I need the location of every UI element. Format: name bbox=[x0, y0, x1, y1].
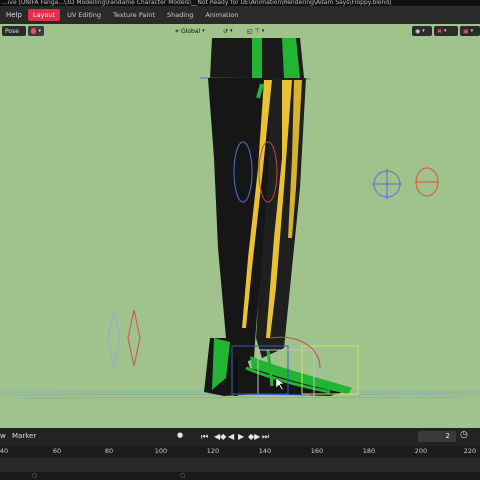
bone-icon bbox=[31, 28, 37, 34]
ruler-tick: 140 bbox=[258, 447, 272, 455]
mouse-icon: ○ bbox=[180, 472, 186, 479]
chevron-down-icon: ▾ bbox=[261, 28, 265, 34]
overlays-toggle[interactable]: ▣ ▾ bbox=[460, 26, 480, 36]
clock-icon[interactable]: ◷ bbox=[460, 430, 468, 440]
timeline-marker-menu[interactable]: Marker bbox=[12, 432, 36, 440]
mode-label: Pose bbox=[5, 27, 19, 35]
character-hips bbox=[199, 38, 311, 80]
ruler-tick: 180 bbox=[362, 447, 376, 455]
snapping-toggle[interactable]: ◱ ⊤ ▾ bbox=[244, 26, 272, 36]
play-reverse-icon[interactable]: ◀ bbox=[228, 432, 234, 441]
viewport-visibility-button[interactable]: ◉ ▾ bbox=[412, 26, 432, 36]
ruler-tick: 200 bbox=[414, 447, 428, 455]
viewport-header: Pose ▾ ⌖ Global ▾ ↺ ▾ ◱ ⊤ ▾ ◉ ▾ ✖ ▾ ▣ ▾ bbox=[0, 24, 480, 38]
chevron-down-icon: ▾ bbox=[470, 28, 474, 34]
chevron-down-icon: ▾ bbox=[422, 28, 425, 34]
chevron-down-icon: ▾ bbox=[38, 28, 41, 34]
play-icon[interactable]: ▶ bbox=[238, 432, 244, 441]
chevron-down-icon: ▾ bbox=[444, 28, 447, 34]
eye-icon: ◉ bbox=[415, 27, 421, 35]
ruler-tick: 80 bbox=[104, 447, 114, 455]
current-frame-field[interactable]: 2 bbox=[418, 431, 456, 442]
ruler-tick: 220 bbox=[463, 447, 477, 455]
tab-texture-paint[interactable]: Texture Paint bbox=[108, 9, 160, 21]
tab-layout[interactable]: Layout bbox=[27, 9, 61, 21]
ruler-tick: 40 bbox=[0, 447, 9, 455]
timeline-track-area[interactable] bbox=[0, 458, 480, 472]
pivot-point-dropdown[interactable]: ↺ ▾ bbox=[220, 26, 242, 36]
jump-prev-keyframe-icon[interactable]: ◀◆ bbox=[214, 432, 226, 441]
snap-target-icon: ⊤ bbox=[254, 27, 260, 35]
timeline-ruler[interactable]: 40 60 80 100 120 140 160 180 200 220 bbox=[0, 446, 480, 458]
chevron-down-icon: ▾ bbox=[230, 28, 233, 34]
mode-selector[interactable]: Pose bbox=[2, 26, 26, 36]
gizmo-icon: ✖ bbox=[437, 27, 443, 35]
pivot-icon: ↺ bbox=[223, 27, 229, 35]
timeline-view-menu[interactable]: w bbox=[0, 432, 6, 440]
tab-shading[interactable]: Shading bbox=[162, 9, 198, 21]
ruler-tick: 120 bbox=[206, 447, 220, 455]
mouse-icon: ○ bbox=[32, 472, 38, 479]
ruler-tick: 100 bbox=[154, 447, 168, 455]
pose-options-button[interactable]: ▾ bbox=[28, 26, 44, 36]
3d-viewport[interactable] bbox=[0, 38, 480, 428]
ruler-tick: 60 bbox=[52, 447, 62, 455]
keyframe-dot-icon[interactable]: ● bbox=[177, 431, 183, 439]
menu-help[interactable]: Help bbox=[2, 11, 26, 19]
gizmo-toggle[interactable]: ✖ ▾ bbox=[434, 26, 458, 36]
snap-icon: ◱ bbox=[247, 27, 253, 35]
jump-next-keyframe-icon[interactable]: ◆▶ bbox=[248, 432, 260, 441]
transform-orientation-dropdown[interactable]: ⌖ Global ▾ bbox=[172, 26, 216, 36]
top-bar: Help Layout UV Editing Texture Paint Sha… bbox=[0, 6, 480, 24]
viewport-scene bbox=[0, 38, 480, 399]
tab-uv-editing[interactable]: UV Editing bbox=[62, 9, 106, 21]
status-bar: ○ ○ bbox=[0, 472, 480, 480]
jump-end-icon[interactable]: ⏭ bbox=[262, 432, 269, 442]
orientation-label: Global bbox=[180, 27, 201, 35]
chevron-down-icon: ▾ bbox=[202, 28, 205, 34]
orientation-icon: ⌖ bbox=[175, 26, 179, 35]
overlay-icon: ▣ bbox=[463, 27, 469, 35]
ruler-tick: 160 bbox=[310, 447, 324, 455]
tab-animation[interactable]: Animation bbox=[200, 9, 243, 21]
jump-start-icon[interactable]: ⏮ bbox=[201, 432, 208, 442]
